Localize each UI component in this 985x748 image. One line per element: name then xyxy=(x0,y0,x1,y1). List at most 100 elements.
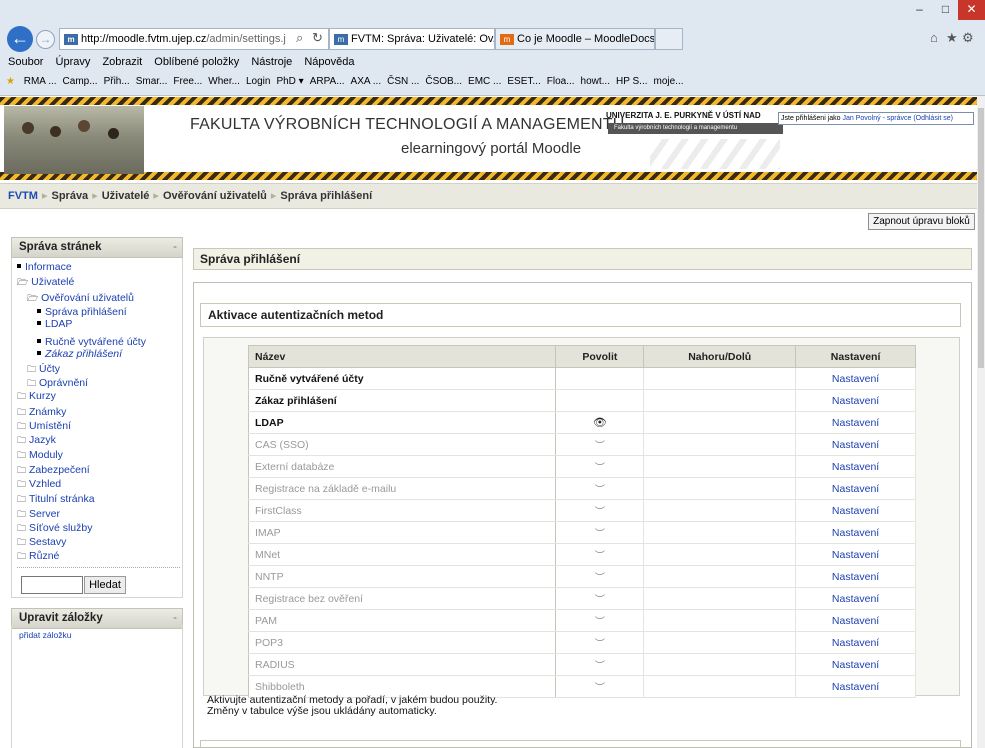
settings-link[interactable]: Nastavení xyxy=(795,609,916,632)
settings-link[interactable]: Nastavení xyxy=(795,675,916,698)
favorites-star-icon[interactable]: ★ xyxy=(6,76,15,87)
gear-icon[interactable]: ⚙ xyxy=(962,30,974,46)
sidebar-item[interactable]: 🗀 Jazyk xyxy=(17,435,56,446)
favorite-item[interactable]: Camp... xyxy=(63,76,98,87)
menu-edit[interactable]: Úpravy xyxy=(56,56,91,68)
sidebar-item[interactable]: 🗀 Sestavy xyxy=(17,537,66,548)
eye-closed-icon[interactable]: ︶ xyxy=(595,661,605,672)
sidebar-item[interactable]: Správa přihlášení xyxy=(37,307,127,317)
settings-link[interactable]: Nastavení xyxy=(795,653,916,676)
sidebar-item[interactable]: 🗁 Ověřování uživatelů xyxy=(27,293,134,304)
add-bookmark-link[interactable]: přidat záložku xyxy=(19,630,71,640)
favorite-item[interactable]: Login xyxy=(246,76,270,87)
menu-favorites[interactable]: Oblíbené položky xyxy=(154,56,239,68)
favorite-item[interactable]: ČSN ... xyxy=(387,76,419,87)
sidebar-item[interactable]: 🗀 Server xyxy=(17,509,60,520)
settings-link[interactable]: Nastavení xyxy=(795,521,916,544)
sidebar-item[interactable]: 🗀 Moduly xyxy=(17,450,63,461)
favorite-item[interactable]: AXA ... xyxy=(351,76,382,87)
sidebar-item[interactable]: 🗀 Různé xyxy=(17,551,59,562)
favorite-item[interactable]: PhD ▾ xyxy=(276,76,303,87)
edit-blocks-button[interactable]: Zapnout úpravu bloků xyxy=(868,213,975,230)
settings-link[interactable]: Nastavení xyxy=(795,367,916,390)
collapse-block-icon[interactable]: - xyxy=(173,238,177,257)
eye-open-icon[interactable]: 👁 xyxy=(593,417,607,429)
settings-link[interactable]: Nastavení xyxy=(795,565,916,588)
sidebar-item[interactable]: 🗀 Umístění xyxy=(17,421,71,432)
eye-closed-icon[interactable]: ︶ xyxy=(595,573,605,584)
login-user-link[interactable]: Jan Povolný - správce xyxy=(842,115,911,122)
home-icon[interactable]: ⌂ xyxy=(930,30,938,45)
admin-search-input[interactable] xyxy=(21,576,83,594)
eye-closed-icon[interactable]: ︶ xyxy=(595,463,605,474)
sidebar-item[interactable]: Ručně vytvářené účty xyxy=(37,337,146,347)
search-icon[interactable]: ⌕ xyxy=(296,30,303,46)
favorite-item[interactable]: Přih... xyxy=(104,76,130,87)
settings-link[interactable]: Nastavení xyxy=(795,499,916,522)
tab-close-icon[interactable]: ✕ xyxy=(481,49,490,50)
menu-help[interactable]: Nápověda xyxy=(304,56,354,68)
favorite-item[interactable]: HP S... xyxy=(616,76,648,87)
sidebar-item[interactable]: 🗀 Kurzy xyxy=(17,391,56,402)
admin-search-button[interactable]: Hledat xyxy=(84,576,126,594)
breadcrumb-authentication[interactable]: Ověřování uživatelů xyxy=(163,190,267,202)
star-icon[interactable]: ★ xyxy=(946,30,958,46)
address-bar[interactable]: m http://moodle.fvtm.ujep.cz/admin/settin… xyxy=(59,28,329,50)
favorite-item[interactable]: Wher... xyxy=(208,76,240,87)
favorite-item[interactable]: ČSOB... xyxy=(425,76,462,87)
menu-view[interactable]: Zobrazit xyxy=(102,56,142,68)
back-button[interactable]: ← xyxy=(7,26,33,52)
favorite-item[interactable]: EMC ... xyxy=(468,76,501,87)
sidebar-item[interactable]: 🗀 Vzhled xyxy=(17,479,61,490)
favorite-item[interactable]: howt... xyxy=(581,76,610,87)
eye-closed-icon[interactable]: ︶ xyxy=(595,551,605,562)
sidebar-item[interactable]: 🗀 Oprávnění xyxy=(27,378,88,389)
settings-link[interactable]: Nastavení xyxy=(795,389,916,412)
favorite-item[interactable]: ESET... xyxy=(507,76,540,87)
breadcrumb-users[interactable]: Uživatelé xyxy=(102,190,150,202)
maximize-icon[interactable]: □ xyxy=(933,0,958,20)
breadcrumb-home[interactable]: FVTM xyxy=(8,190,38,202)
eye-closed-icon[interactable]: ︶ xyxy=(595,507,605,518)
breadcrumb-admin[interactable]: Správa xyxy=(51,190,88,202)
forward-button[interactable]: → xyxy=(36,30,55,49)
favorite-item[interactable]: Free... xyxy=(173,76,202,87)
minimize-icon[interactable]: – xyxy=(906,0,933,20)
eye-closed-icon[interactable]: ︶ xyxy=(595,639,605,650)
sidebar-item[interactable]: Informace xyxy=(17,262,72,272)
eye-closed-icon[interactable]: ︶ xyxy=(595,485,605,496)
favorite-item[interactable]: RMA ... xyxy=(24,76,57,87)
settings-link[interactable]: Nastavení xyxy=(795,433,916,456)
settings-link[interactable]: Nastavení xyxy=(795,631,916,654)
settings-link[interactable]: Nastavení xyxy=(795,455,916,478)
eye-closed-icon[interactable]: ︶ xyxy=(595,441,605,452)
close-icon[interactable]: ✕ xyxy=(958,0,985,20)
eye-closed-icon[interactable]: ︶ xyxy=(595,683,605,694)
eye-closed-icon[interactable]: ︶ xyxy=(595,617,605,628)
favorite-item[interactable]: moje... xyxy=(654,76,684,87)
menu-file[interactable]: Soubor xyxy=(8,56,43,68)
settings-link[interactable]: Nastavení xyxy=(795,587,916,610)
eye-closed-icon[interactable]: ︶ xyxy=(595,529,605,540)
sidebar-item[interactable]: 🗀 Účty xyxy=(27,364,60,375)
new-tab-button[interactable] xyxy=(655,28,683,50)
eye-closed-icon[interactable]: ︶ xyxy=(595,595,605,606)
refresh-icon[interactable]: ↻ xyxy=(312,30,323,46)
settings-link[interactable]: Nastavení xyxy=(795,411,916,434)
favorite-item[interactable]: ARPA... xyxy=(310,76,345,87)
sidebar-item[interactable]: 🗀 Titulní stránka xyxy=(17,494,95,505)
sidebar-item[interactable]: Zákaz přihlášení xyxy=(37,349,122,359)
scrollbar-thumb[interactable] xyxy=(978,108,984,368)
settings-link[interactable]: Nastavení xyxy=(795,477,916,500)
favorite-item[interactable]: Floa... xyxy=(547,76,575,87)
logout-link[interactable]: (Odhlásit se) xyxy=(913,115,953,122)
menu-tools[interactable]: Nástroje xyxy=(251,56,292,68)
sidebar-item[interactable]: 🗀 Známky xyxy=(17,407,66,418)
sidebar-item[interactable]: 🗁 Uživatelé xyxy=(17,277,74,288)
tab-active[interactable]: mFVTM: Správa: Uživatelé: Ov... ✕ xyxy=(329,28,495,50)
sidebar-item[interactable]: 🗀 Zabezpečení xyxy=(17,465,90,476)
settings-link[interactable]: Nastavení xyxy=(795,543,916,566)
sidebar-item[interactable]: LDAP xyxy=(37,319,72,329)
sidebar-item[interactable]: 🗀 Síťové služby xyxy=(17,523,92,534)
vertical-scrollbar[interactable] xyxy=(977,96,985,748)
